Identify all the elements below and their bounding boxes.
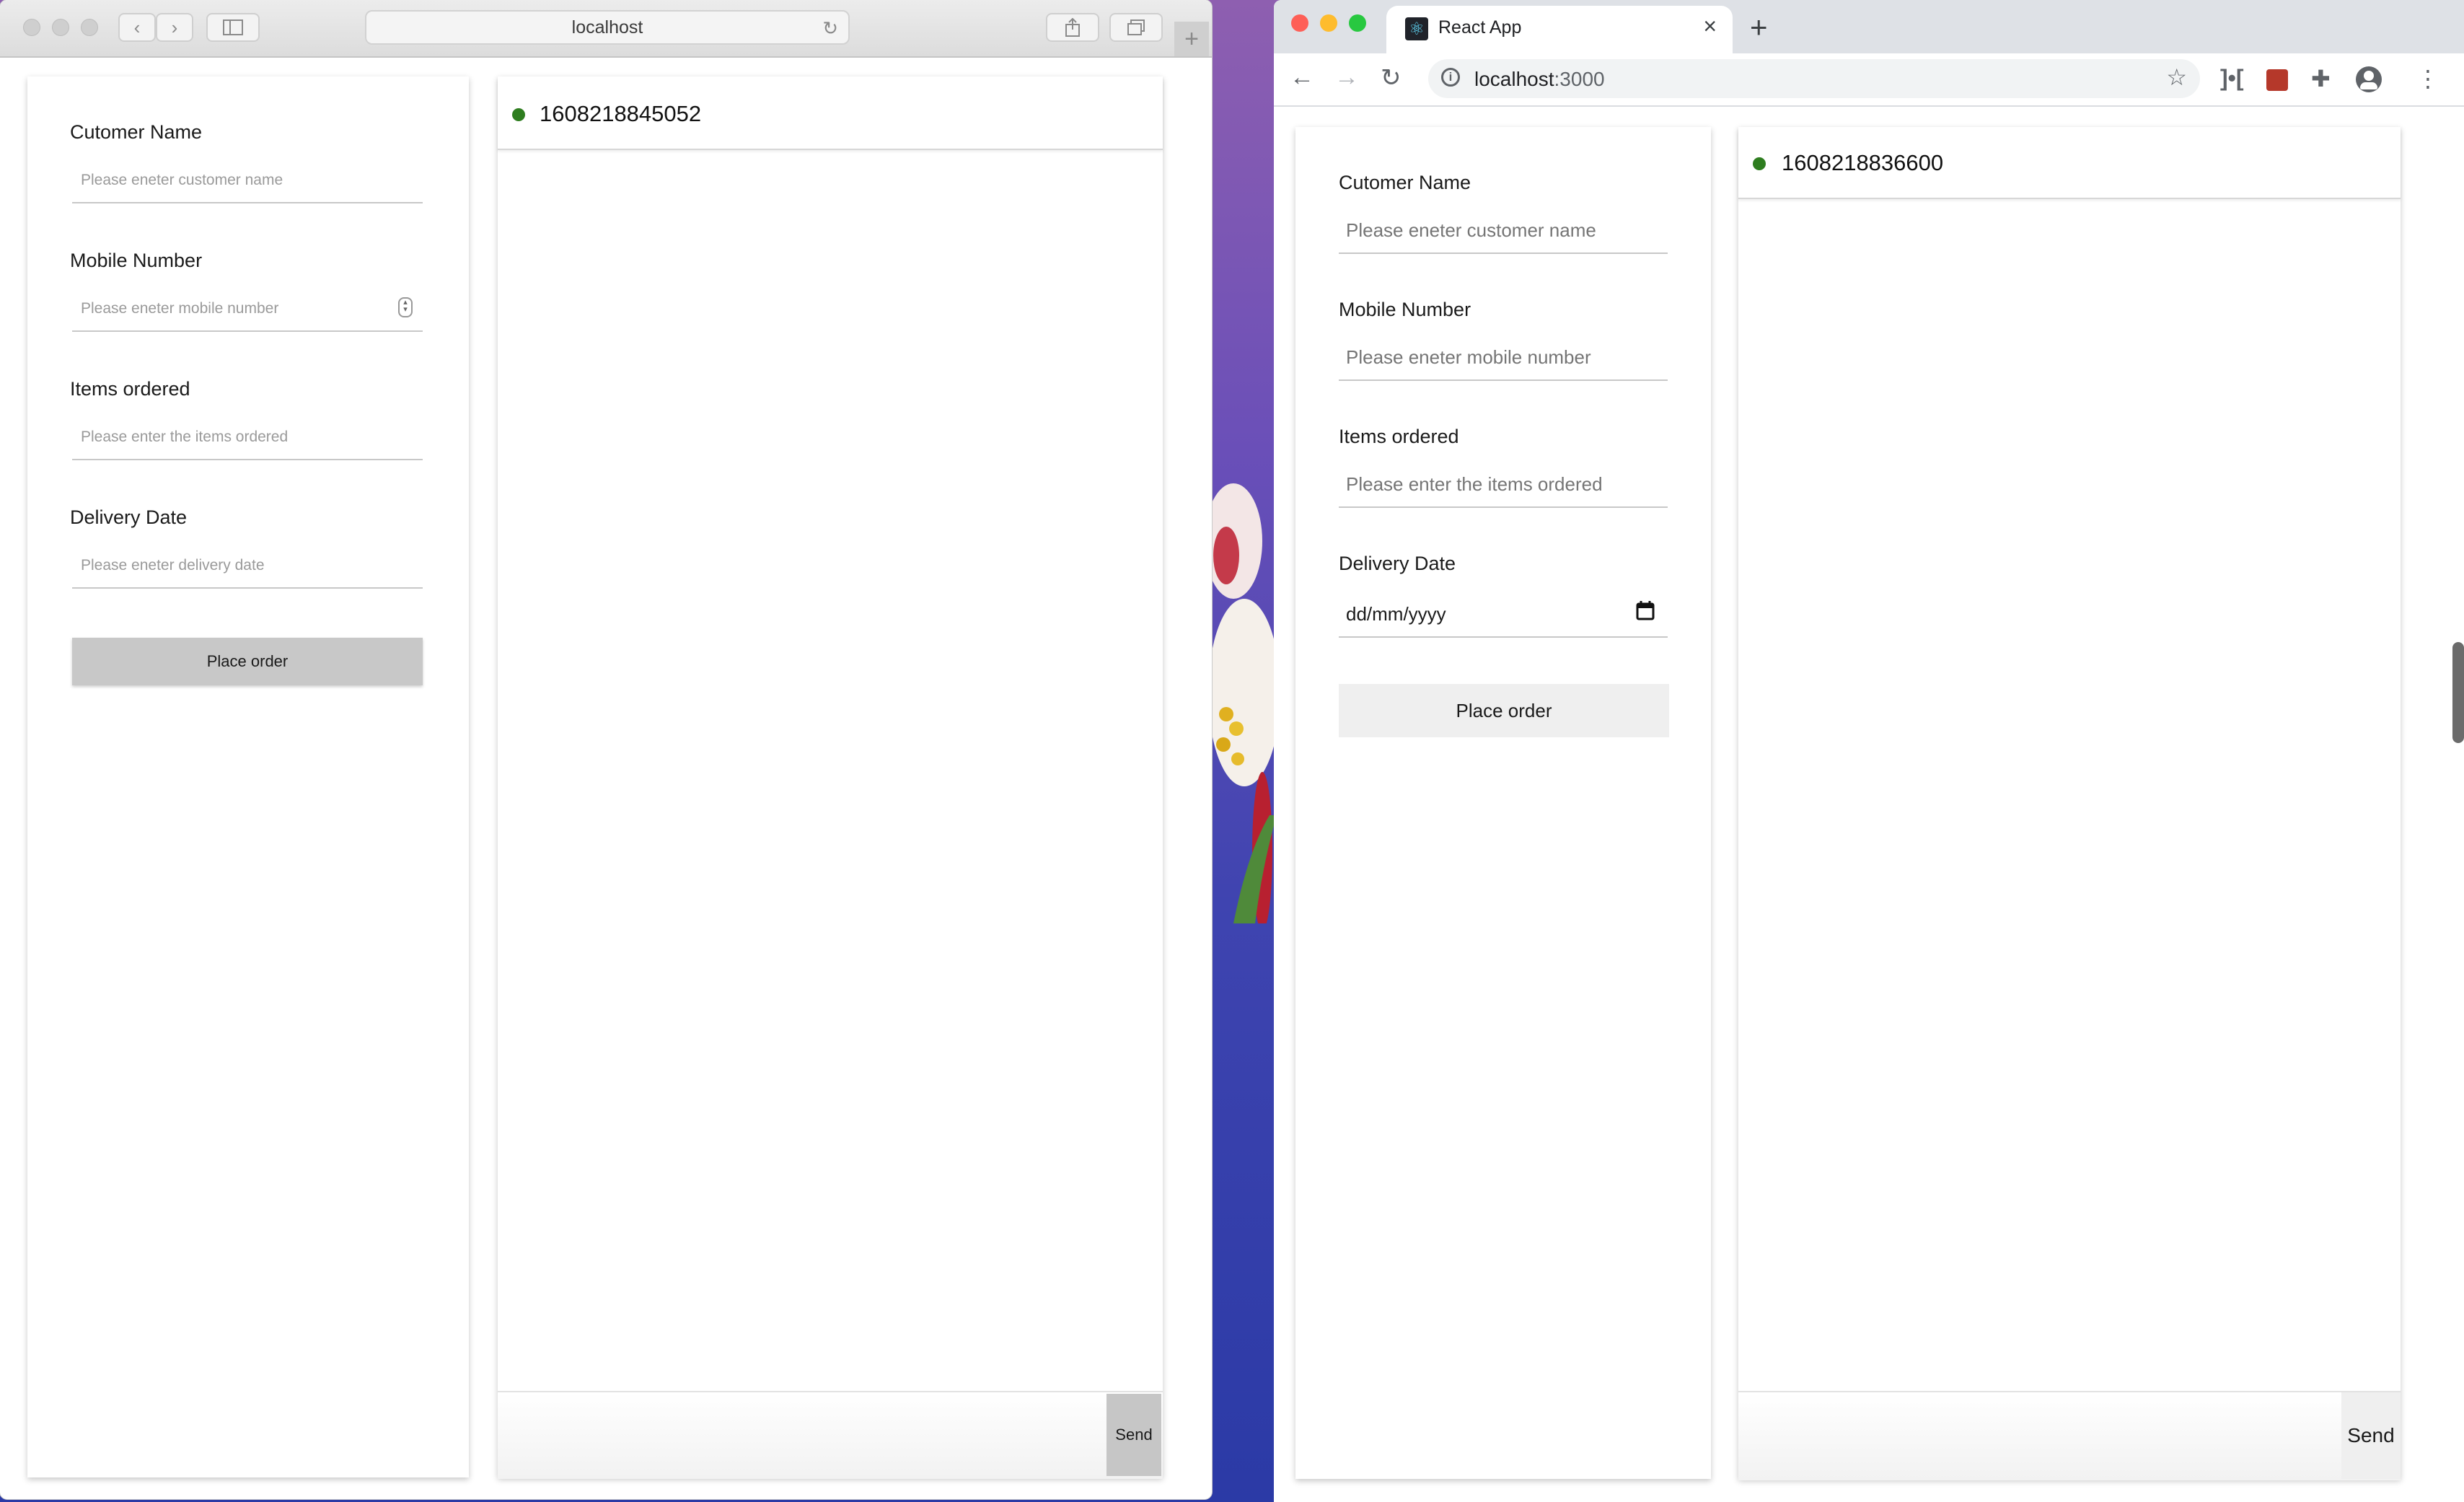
message-input[interactable]: [498, 1392, 1105, 1477]
chat-card: 1608218836600 Send: [1738, 127, 2401, 1480]
mobile-number-label: Mobile Number: [70, 250, 203, 271]
order-form-card: Cutomer Name Please eneter customer name…: [1295, 127, 1711, 1479]
delivery-date-input[interactable]: dd/mm/yyyy: [1339, 589, 1668, 638]
chrome-toolbar: ← → ↻ i localhost:3000 ☆ ]•[ ✚ ⋮: [1274, 53, 2464, 107]
close-icon[interactable]: ×: [1703, 13, 1717, 40]
forward-icon: →: [1334, 63, 1359, 91]
profile-icon[interactable]: [2356, 66, 2382, 92]
extensions-puzzle-icon[interactable]: ✚: [2311, 65, 2331, 92]
sidebar-icon: [223, 19, 243, 35]
chat-header: 1608218845052: [498, 76, 1163, 150]
chrome-tab-strip: ⚛ React App × +: [1274, 0, 2464, 53]
chat-header: 1608218836600: [1738, 127, 2401, 199]
safari-toolbar: ‹ › localhost ↻ +: [0, 0, 1212, 58]
chat-id: 1608218836600: [1782, 150, 1944, 175]
send-button[interactable]: Send: [2341, 1392, 2401, 1479]
status-dot-icon: [1753, 157, 1766, 170]
tabs-icon: [1127, 19, 1145, 35]
zoom-window-button[interactable]: [81, 19, 98, 36]
order-form-card: Cutomer Name Please eneter customer name…: [27, 76, 469, 1477]
items-ordered-label: Items ordered: [70, 378, 190, 400]
customer-name-label: Cutomer Name: [1339, 172, 1471, 193]
items-ordered-input[interactable]: Please enter the items ordered: [1339, 462, 1668, 508]
safari-address-bar[interactable]: localhost ↻: [365, 10, 850, 45]
close-window-button[interactable]: [1291, 14, 1308, 32]
items-ordered-input[interactable]: Please enter the items ordered: [72, 418, 423, 460]
safari-window: ‹ › localhost ↻ + Cutomer Name Please en…: [0, 0, 1212, 1499]
chat-id: 1608218845052: [540, 101, 702, 126]
forward-button[interactable]: ›: [156, 13, 193, 42]
close-window-button[interactable]: [23, 19, 40, 36]
react-favicon: ⚛: [1405, 17, 1428, 40]
tab-react-app[interactable]: ⚛ React App ×: [1386, 6, 1733, 53]
delivery-date-value: dd/mm/yyyy: [1346, 603, 1446, 625]
reload-icon: ↻: [1381, 64, 1402, 92]
menu-icon[interactable]: ⋮: [2416, 65, 2439, 92]
sidebar-button[interactable]: [206, 13, 260, 42]
tabs-button[interactable]: [1109, 13, 1163, 42]
customer-name-input[interactable]: Please eneter customer name: [72, 162, 423, 203]
url-text: localhost:3000: [1474, 68, 1605, 91]
wallpaper-flower: [1205, 483, 1280, 923]
omnibox[interactable]: i localhost:3000 ☆: [1428, 59, 2200, 98]
delivery-date-input[interactable]: Please eneter delivery date: [72, 547, 423, 589]
share-button[interactable]: [1046, 13, 1099, 42]
spinner-icon[interactable]: ▴ ▾: [398, 297, 413, 317]
message-input[interactable]: [1738, 1392, 2341, 1479]
send-button[interactable]: Send: [1106, 1394, 1161, 1476]
message-bar: Send: [498, 1391, 1163, 1479]
star-icon[interactable]: ☆: [2166, 63, 2187, 91]
chat-card: 1608218845052 Send: [498, 76, 1163, 1479]
message-bar: Send: [1738, 1391, 2401, 1480]
forward-button[interactable]: →: [1334, 63, 1359, 92]
scrollbar[interactable]: [2452, 642, 2464, 743]
minimize-window-button[interactable]: [1320, 14, 1337, 32]
forward-icon: ›: [171, 16, 178, 38]
mobile-number-input[interactable]: Please eneter mobile number: [1339, 335, 1668, 381]
mobile-number-input[interactable]: Please eneter mobile number ▴ ▾: [72, 290, 423, 332]
extension-icon[interactable]: [2266, 69, 2288, 91]
back-icon: ‹: [133, 16, 141, 38]
back-button[interactable]: ‹: [118, 13, 156, 42]
delivery-date-label: Delivery Date: [70, 506, 188, 528]
customer-name-label: Cutomer Name: [70, 121, 203, 143]
place-order-button[interactable]: Place order: [72, 638, 423, 685]
delivery-date-label: Delivery Date: [1339, 553, 1456, 574]
customer-name-input[interactable]: Please eneter customer name: [1339, 208, 1668, 254]
reload-icon[interactable]: ↻: [822, 17, 838, 40]
mobile-number-placeholder: Please eneter mobile number: [81, 300, 279, 317]
reload-button[interactable]: ↻: [1381, 63, 1402, 92]
tab-title: React App: [1438, 17, 1522, 38]
minimize-window-button[interactable]: [52, 19, 69, 36]
new-tab-button[interactable]: +: [1750, 10, 1768, 45]
share-icon: [1065, 18, 1080, 37]
back-button[interactable]: ←: [1290, 63, 1314, 92]
url-port: :3000: [1554, 68, 1605, 90]
url-host: localhost: [1474, 68, 1554, 90]
zoom-window-button[interactable]: [1349, 14, 1366, 32]
extension-bracket-icon[interactable]: ]•[: [2220, 65, 2244, 92]
plus-icon: +: [1750, 10, 1768, 44]
chrome-window: ⚛ React App × + ← → ↻ i localhost:3000 ☆…: [1274, 0, 2464, 1502]
place-order-button[interactable]: Place order: [1339, 684, 1669, 737]
address-text: localhost: [571, 17, 643, 38]
calendar-icon[interactable]: [1636, 600, 1655, 620]
info-icon[interactable]: i: [1441, 68, 1460, 87]
new-tab-button[interactable]: +: [1174, 22, 1209, 56]
items-ordered-label: Items ordered: [1339, 426, 1459, 447]
mobile-number-label: Mobile Number: [1339, 299, 1471, 320]
status-dot-icon: [512, 108, 525, 121]
back-icon: ←: [1290, 63, 1314, 91]
plus-icon: +: [1184, 25, 1199, 53]
